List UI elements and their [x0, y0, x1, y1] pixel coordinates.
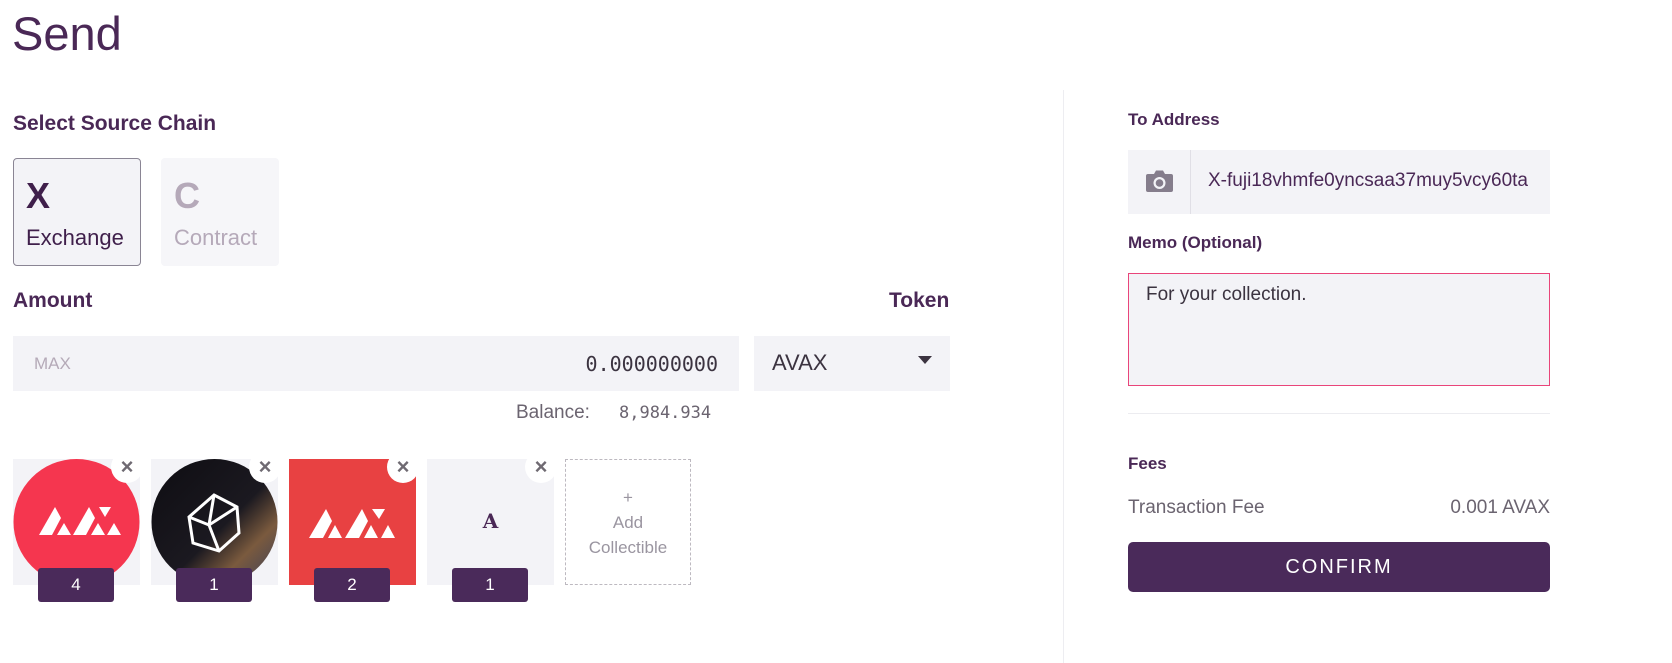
transaction-fee-value: 0.001 AVAX: [1450, 497, 1550, 518]
chain-name: Exchange: [26, 225, 124, 250]
collectible-item[interactable]: A 1 ×: [427, 451, 557, 602]
close-icon[interactable]: ×: [525, 451, 557, 483]
chain-letter: C: [174, 175, 200, 216]
add-collectible-label: Add Collectible: [588, 513, 668, 557]
page-title: Send: [12, 7, 122, 60]
collectible-item[interactable]: 2 ×: [289, 451, 419, 602]
collectible-item[interactable]: 1 ×: [151, 451, 281, 602]
collectible-count-badge: 1: [176, 568, 252, 602]
caret-down-icon: [918, 356, 932, 364]
transaction-fee-label: Transaction Fee: [1128, 497, 1265, 518]
close-icon[interactable]: ×: [249, 451, 281, 483]
collectible-count-badge: 4: [38, 568, 114, 602]
token-label: Token: [889, 289, 950, 312]
collectible-count-badge: 2: [314, 568, 390, 602]
chain-letter: X: [26, 175, 51, 216]
chain-name: Contract: [174, 225, 258, 250]
balance-value: 8,984.934: [619, 403, 712, 423]
section-divider: [1128, 413, 1550, 414]
close-icon[interactable]: ×: [111, 451, 143, 483]
camera-icon: [1146, 170, 1173, 192]
to-address-input[interactable]: X-fuji18vhmfe0yncsaa37muy5vcy60ta: [1208, 170, 1550, 192]
chain-option-exchange[interactable]: X Exchange: [13, 158, 141, 266]
memo-input[interactable]: For your collection.: [1128, 273, 1550, 386]
plus-icon: +: [623, 488, 633, 507]
add-collectible-button[interactable]: + Add Collectible: [565, 459, 691, 585]
collectible-count-badge: 1: [452, 568, 528, 602]
close-icon[interactable]: ×: [387, 451, 419, 483]
fees-heading: Fees: [1128, 454, 1167, 473]
column-divider: [1063, 90, 1064, 663]
token-selected: AVAX: [772, 350, 828, 375]
memo-label: Memo (Optional): [1128, 233, 1263, 252]
collectible-glyph: A: [482, 509, 499, 533]
collectible-item[interactable]: 4 ×: [13, 451, 143, 602]
max-button[interactable]: MAX: [34, 354, 71, 374]
source-chain-heading: Select Source Chain: [13, 112, 217, 135]
qr-scan-button[interactable]: [1128, 150, 1191, 214]
to-address-label: To Address: [1128, 110, 1220, 129]
amount-value[interactable]: 0.000000000: [480, 352, 718, 376]
amount-label: Amount: [13, 289, 93, 312]
confirm-button[interactable]: CONFIRM: [1128, 542, 1550, 592]
balance-label: Balance:: [516, 402, 590, 423]
chain-option-contract[interactable]: C Contract: [161, 158, 279, 266]
